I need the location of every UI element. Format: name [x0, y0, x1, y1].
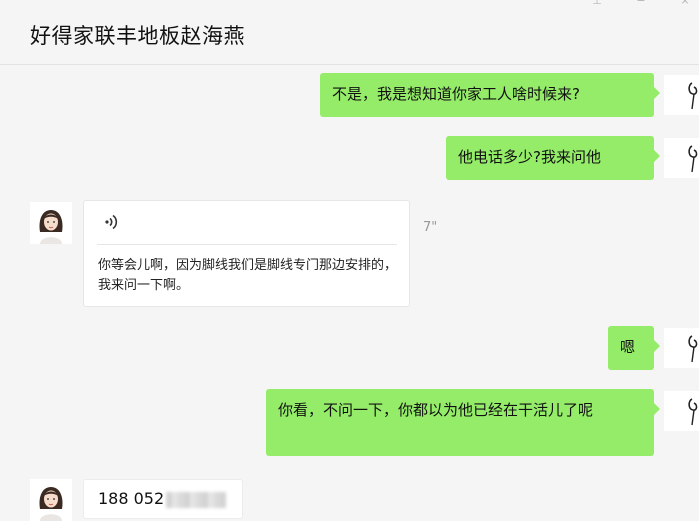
message-text: 不是，我是想知道你家工人啥时候来?: [332, 85, 580, 103]
redacted-blur: [166, 491, 227, 508]
voice-message-bubble[interactable]: 你等会儿啊，因为脚线我们是脚线专门那边安排的，我来问一下啊。: [83, 200, 410, 307]
message-bubble-received[interactable]: 188 052: [83, 479, 243, 519]
voice-duration: 7": [423, 220, 438, 235]
chat-header: 好得家联丰地板赵海燕 ⊥ − ×: [0, 0, 699, 65]
message-text: 嗯: [620, 338, 636, 356]
avatar-sketch-icon: [688, 335, 698, 363]
message-bubble-sent[interactable]: 他电话多少?我来问他: [446, 136, 660, 180]
contact-avatar-icon: [30, 202, 72, 244]
close-icon[interactable]: ×: [678, 0, 692, 8]
avatar[interactable]: [664, 328, 699, 368]
contact-avatar-icon: [30, 479, 72, 521]
voice-transcript: 你等会儿啊，因为脚线我们是脚线专门那边安排的，我来问一下啊。: [98, 258, 398, 293]
message-text: 你看，不问一下，你都以为他已经在干活儿了呢: [278, 401, 594, 419]
avatar-sketch-icon: [688, 82, 698, 110]
phone-number-text: 188 052: [98, 489, 165, 508]
contact-avatar[interactable]: [30, 479, 72, 521]
chat-title: 好得家联丰地板赵海燕: [30, 24, 245, 48]
avatar[interactable]: [664, 391, 699, 431]
divider: [97, 244, 397, 245]
message-bubble-sent[interactable]: 不是，我是想知道你家工人啥时候来?: [320, 73, 660, 117]
pin-icon[interactable]: ⊥: [590, 0, 604, 8]
avatar-sketch-icon: [688, 145, 698, 173]
message-bubble-sent[interactable]: 你看，不问一下，你都以为他已经在干活儿了呢: [266, 389, 660, 456]
voice-wave-icon[interactable]: [104, 213, 120, 231]
message-text: 他电话多少?我来问他: [458, 148, 601, 166]
message-bubble-sent[interactable]: 嗯: [608, 326, 660, 370]
avatar[interactable]: [664, 75, 699, 115]
avatar[interactable]: [664, 138, 699, 178]
contact-avatar[interactable]: [30, 202, 72, 244]
message-list[interactable]: 不是，我是想知道你家工人啥时候来? 他电话多少?我来问他 你等会儿啊，因为脚线我…: [0, 65, 699, 521]
avatar-sketch-icon: [688, 398, 698, 426]
minimize-icon[interactable]: −: [634, 0, 648, 8]
